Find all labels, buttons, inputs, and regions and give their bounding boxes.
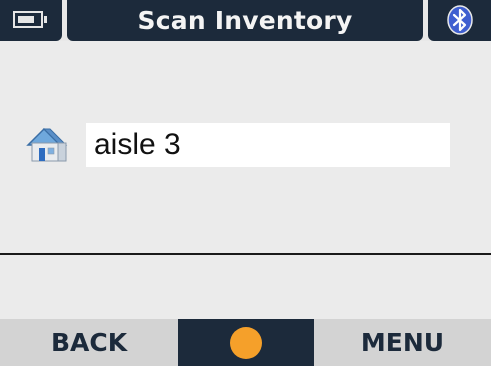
page-title: Scan Inventory xyxy=(137,6,353,35)
menu-button[interactable]: MENU xyxy=(314,319,491,366)
center-key-indicator[interactable] xyxy=(230,327,262,359)
device-screen: Scan Inventory aisle 3 BACK MENU xyxy=(0,0,491,366)
back-button[interactable]: BACK xyxy=(0,319,178,366)
main-content: aisle 3 xyxy=(0,41,491,253)
bluetooth-indicator xyxy=(428,0,491,41)
location-input[interactable]: aisle 3 xyxy=(86,123,450,167)
title-bar: Scan Inventory xyxy=(0,0,491,41)
home-icon xyxy=(26,127,68,162)
battery-icon xyxy=(13,11,47,28)
battery-indicator xyxy=(0,0,62,41)
title-tab: Scan Inventory xyxy=(67,0,423,41)
footer-area xyxy=(0,255,491,319)
softkey-bar: BACK MENU xyxy=(0,319,491,366)
bluetooth-icon xyxy=(447,5,473,35)
